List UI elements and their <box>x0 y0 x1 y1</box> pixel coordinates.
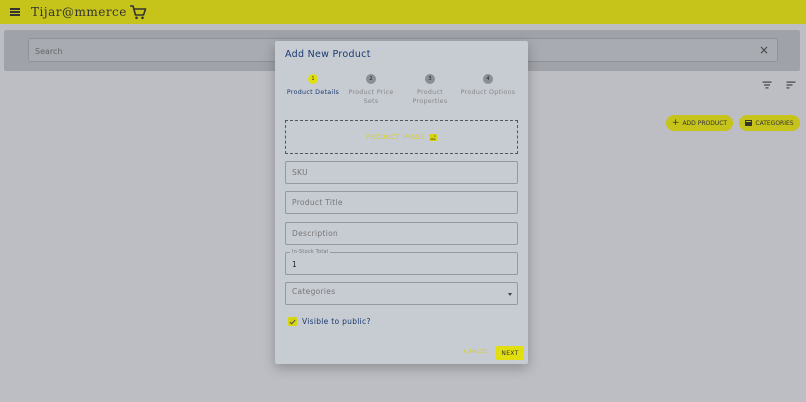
visible-public-label: Visible to public? <box>302 317 371 326</box>
categories-select[interactable]: Categories <box>285 282 518 305</box>
product-title-placeholder: Product Title <box>292 198 343 207</box>
sku-placeholder: SKU <box>292 168 308 177</box>
cart-icon[interactable] <box>129 4 147 20</box>
clear-search-icon[interactable]: × <box>759 43 769 57</box>
description-placeholder: Description <box>292 229 339 238</box>
in-stock-total-label: In-Stock Total <box>290 249 331 255</box>
step-product-price-sets[interactable]: 2 Product Price Sets <box>341 74 401 106</box>
sort-icon[interactable] <box>786 80 796 90</box>
categories-button[interactable]: CATEGORIES <box>739 115 800 131</box>
app-logo[interactable]: Tijar@mmerce <box>31 5 127 19</box>
categories-placeholder: Categories <box>292 287 336 296</box>
categories-label: CATEGORIES <box>755 119 794 127</box>
step-product-details[interactable]: 1 Product Details <box>283 74 343 98</box>
step-product-options[interactable]: 4 Product Options <box>458 74 518 98</box>
chevron-down-icon <box>508 293 512 296</box>
menu-icon[interactable] <box>10 8 20 16</box>
product-image-label: PRODUCT IMAGE <box>366 133 425 141</box>
category-icon <box>745 120 753 126</box>
visible-public-row: Visible to public? <box>288 317 371 326</box>
add-product-button[interactable]: + ADD PRODUCT <box>666 115 733 131</box>
cancel-button[interactable]: CANCEL <box>464 349 489 355</box>
add-product-label: ADD PRODUCT <box>682 119 728 127</box>
sku-field[interactable]: SKU <box>285 161 518 184</box>
step-label: Product Price Sets <box>348 89 394 105</box>
in-stock-total-value: 1 <box>292 260 297 269</box>
step-number: 1 <box>308 74 318 84</box>
filter-icon[interactable] <box>762 80 772 90</box>
add-product-dialog: Add New Product 1 Product Details 2 Prod… <box>275 41 528 364</box>
step-number: 3 <box>425 74 435 84</box>
step-number: 2 <box>366 74 376 84</box>
check-icon <box>289 319 296 325</box>
visible-public-checkbox[interactable] <box>288 317 297 326</box>
step-number: 4 <box>483 74 493 84</box>
plus-icon: + <box>671 117 680 128</box>
app-bar: Tijar@mmerce <box>0 0 806 24</box>
product-title-field[interactable]: Product Title <box>285 191 518 214</box>
product-image-dropzone[interactable]: PRODUCT IMAGE <box>285 120 518 154</box>
next-button[interactable]: NEXT <box>496 346 524 360</box>
step-label: Product Details <box>286 89 340 96</box>
step-label: Product Options <box>460 89 516 96</box>
image-icon <box>428 133 437 141</box>
step-product-properties[interactable]: 3 Product Properties <box>400 74 460 106</box>
description-field[interactable]: Description <box>285 222 518 245</box>
dialog-title: Add New Product <box>285 49 371 60</box>
in-stock-total-field[interactable]: In-Stock Total 1 <box>285 249 518 275</box>
step-label: Product Properties <box>412 89 448 105</box>
